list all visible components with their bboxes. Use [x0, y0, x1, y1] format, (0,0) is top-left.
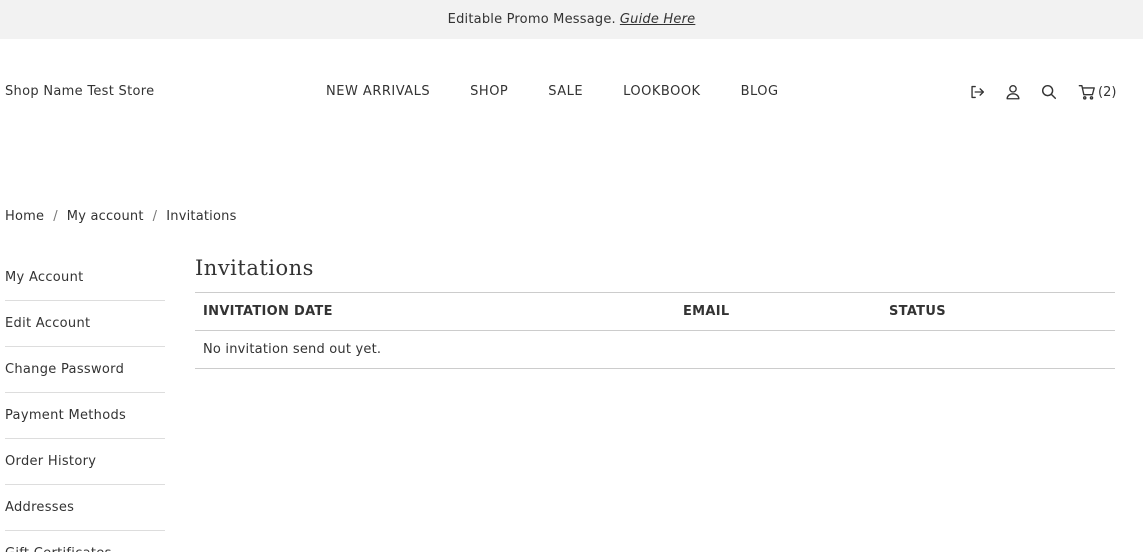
nav-shop[interactable]: SHOP: [470, 84, 508, 99]
invitations-table: INVITATION DATE EMAIL STATUS No invitati…: [195, 292, 1115, 369]
column-status: STATUS: [889, 304, 946, 319]
page-title: Invitations: [195, 256, 314, 280]
sidebar-item-payment-methods[interactable]: Payment Methods: [5, 393, 165, 439]
cart-icon: [1076, 81, 1098, 103]
breadcrumb-home[interactable]: Home: [5, 209, 44, 224]
sidebar-item-edit-account[interactable]: Edit Account: [5, 301, 165, 347]
nav-blog[interactable]: BLOG: [741, 84, 779, 99]
site-header: Shop Name Test Store NEW ARRIVALS SHOP S…: [0, 39, 1143, 147]
cart-button[interactable]: (2): [1076, 81, 1116, 103]
breadcrumb-my-account[interactable]: My account: [67, 209, 144, 224]
breadcrumb-separator: /: [53, 209, 58, 224]
nav-sale[interactable]: SALE: [548, 84, 583, 99]
sidebar-item-change-password[interactable]: Change Password: [5, 347, 165, 393]
table-header: INVITATION DATE EMAIL STATUS: [195, 293, 1115, 331]
search-icon[interactable]: [1038, 81, 1060, 103]
header-icons: (2): [966, 81, 1116, 103]
promo-bar: Editable Promo Message. Guide Here: [0, 0, 1143, 39]
main-nav: NEW ARRIVALS SHOP SALE LOOKBOOK BLOG: [326, 84, 819, 99]
breadcrumb-separator: /: [152, 209, 158, 224]
column-invitation-date: INVITATION DATE: [203, 304, 333, 319]
column-email: EMAIL: [683, 304, 730, 319]
store-name-link[interactable]: Shop Name Test Store: [5, 84, 154, 99]
empty-message: No invitation send out yet.: [195, 331, 1115, 369]
sidebar-item-gift-certificates[interactable]: Gift Certificates: [5, 531, 165, 552]
nav-lookbook[interactable]: LOOKBOOK: [623, 84, 700, 99]
user-icon[interactable]: [1002, 81, 1024, 103]
sidebar-item-addresses[interactable]: Addresses: [5, 485, 165, 531]
cart-count: (2): [1098, 84, 1117, 100]
sidebar-item-my-account[interactable]: My Account: [5, 255, 165, 301]
invitations-content: Invitations INVITATION DATE EMAIL STATUS…: [195, 252, 1115, 369]
logout-icon[interactable]: [966, 81, 988, 103]
breadcrumb-current: Invitations: [166, 209, 237, 224]
sidebar-item-order-history[interactable]: Order History: [5, 439, 165, 485]
breadcrumb: Home / My account / Invitations: [5, 209, 237, 224]
promo-guide-link[interactable]: Guide Here: [620, 12, 695, 27]
nav-new-arrivals[interactable]: NEW ARRIVALS: [326, 84, 430, 99]
account-sidebar: My Account Edit Account Change Password …: [5, 255, 165, 552]
promo-message: Editable Promo Message.: [447, 12, 616, 27]
